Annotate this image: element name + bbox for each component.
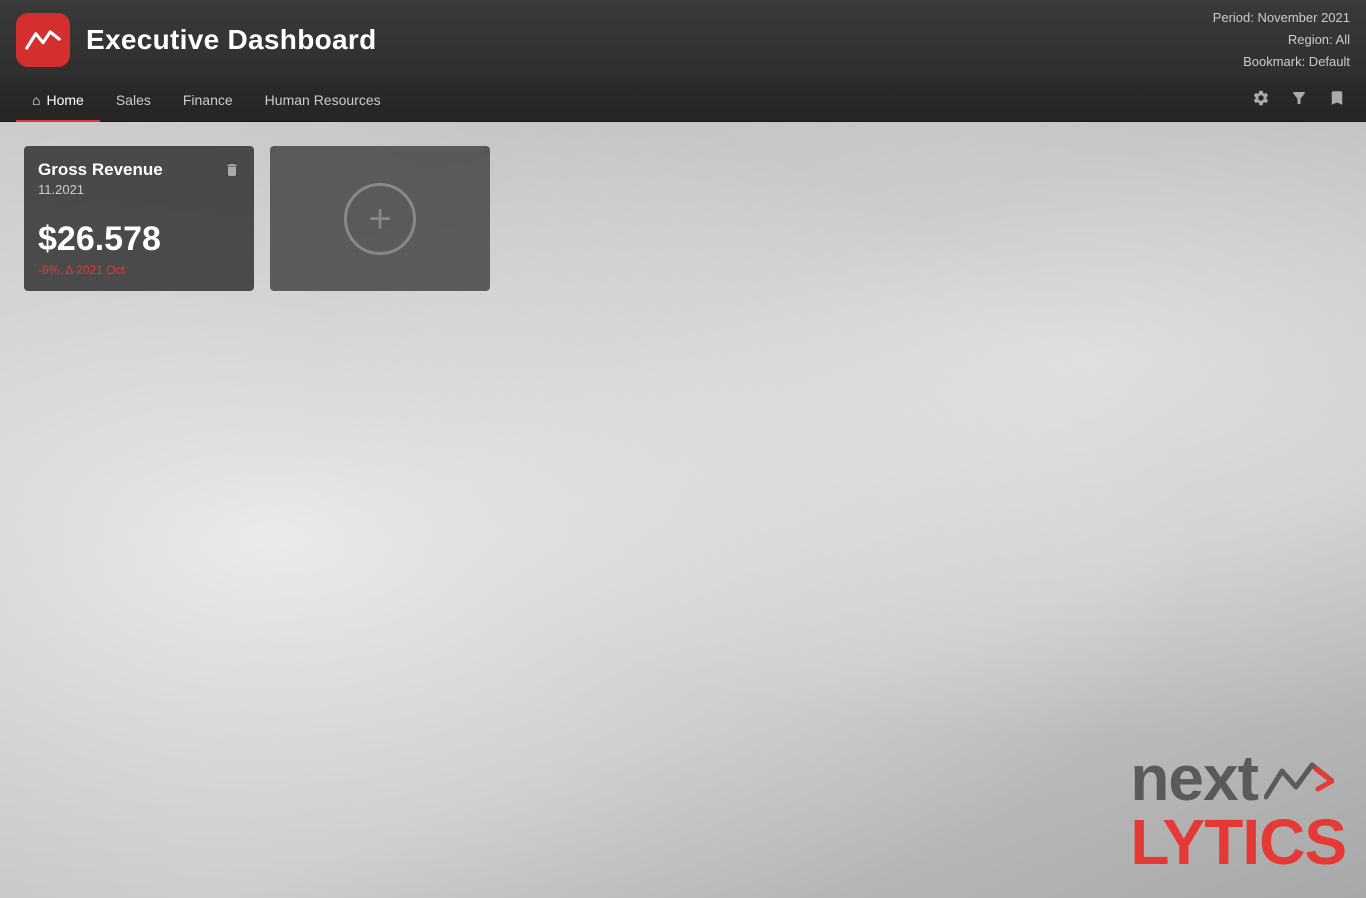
brand-lytics-text: LYTiCS [1130, 810, 1346, 874]
home-icon: ⌂ [32, 92, 40, 108]
kpi-card-header: Gross Revenue 11.2021 [38, 160, 240, 197]
app-logo [16, 13, 70, 67]
bookmark-label: Bookmark: Default [1213, 51, 1350, 73]
region-label: Region: All [1213, 29, 1350, 51]
kpi-title: Gross Revenue [38, 160, 163, 180]
nav-item-sales[interactable]: Sales [100, 80, 167, 122]
kpi-value-group: $26.578 -6%, Δ 2021 Oct [38, 212, 240, 277]
nav-icon-group [1248, 85, 1350, 116]
nav-item-finance[interactable]: Finance [167, 80, 249, 122]
filter-icon[interactable] [1286, 85, 1312, 116]
kpi-period: 11.2021 [38, 182, 163, 197]
main-content: Gross Revenue 11.2021 $26.578 -6%, Δ 202… [0, 122, 1366, 315]
kpi-card-gross-revenue: Gross Revenue 11.2021 $26.578 -6%, Δ 202… [24, 146, 254, 291]
add-icon: + [344, 183, 416, 255]
add-kpi-card[interactable]: + [270, 146, 490, 291]
kpi-delete-button[interactable] [224, 162, 240, 182]
bookmark-icon[interactable] [1324, 85, 1350, 116]
nav-item-hr[interactable]: Human Resources [249, 80, 397, 122]
kpi-title-group: Gross Revenue 11.2021 [38, 160, 163, 197]
page-title: Executive Dashboard [86, 24, 1213, 56]
brand-next-text: next [1130, 746, 1334, 810]
period-label: Period: November 2021 [1213, 7, 1350, 29]
brand-wave-icon [1262, 746, 1334, 810]
header: Executive Dashboard Period: November 202… [0, 0, 1366, 80]
nav-items: ⌂ Home Sales Finance Human Resources [16, 80, 1248, 122]
settings-icon[interactable] [1248, 85, 1274, 116]
brand-logo: next LYTiCS [1130, 746, 1346, 874]
navbar: ⌂ Home Sales Finance Human Resources [0, 80, 1366, 122]
kpi-change: -6%, Δ 2021 Oct [38, 263, 240, 277]
kpi-value: $26.578 [38, 220, 240, 259]
header-meta: Period: November 2021 Region: All Bookma… [1213, 7, 1350, 73]
nav-item-home[interactable]: ⌂ Home [16, 80, 100, 122]
